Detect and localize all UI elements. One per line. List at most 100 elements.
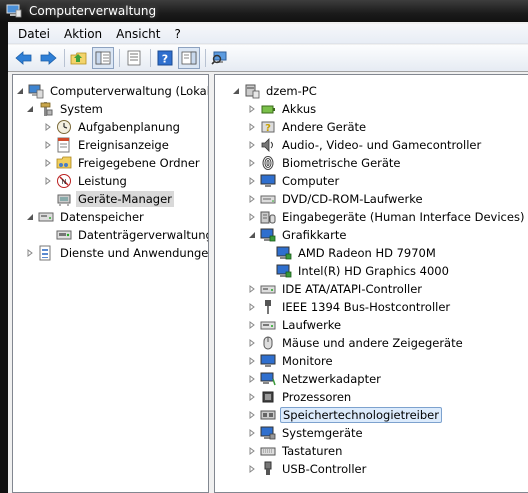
tree-item-dienste-und-anwendungen[interactable]: Dienste und Anwendungen [25, 244, 208, 262]
optical-drive-icon [260, 191, 276, 207]
tree-item-geraete-manager[interactable]: Geräte-Manager [43, 190, 174, 208]
help-icon[interactable]: ? [154, 47, 176, 69]
device-category-audio[interactable]: Audio-, Video- und Gamecontroller [247, 136, 483, 154]
tree-item-datenspeicher[interactable]: Datenspeicher [25, 208, 146, 226]
tree-label: Ereignisanzeige [78, 138, 169, 152]
collapsed-arrow-icon[interactable] [43, 159, 52, 168]
battery-icon [260, 101, 276, 117]
collapsed-arrow-icon[interactable] [247, 213, 256, 222]
expanded-arrow-icon[interactable] [231, 87, 240, 96]
device-category-akkus[interactable]: Akkus [247, 100, 318, 118]
collapsed-arrow-icon[interactable] [247, 429, 256, 438]
title-bar[interactable]: Computerverwaltung [0, 0, 528, 22]
svg-text:?: ? [162, 53, 168, 66]
device-category-grafikkarte[interactable]: Grafikkarte [247, 226, 348, 244]
unknown-device-icon: ? [260, 119, 276, 135]
device-category-speichertechnologietreiber[interactable]: Speichertechnologietreiber [247, 406, 442, 424]
device-category-eingabegeraete[interactable]: Eingabegeräte (Human Interface Devices) [247, 208, 526, 226]
navigation-tree-pane[interactable]: Computerverwaltung (Lokal) System Aufgab… [12, 74, 209, 493]
expanded-arrow-icon[interactable] [15, 87, 24, 96]
services-icon [38, 245, 54, 261]
device-category-dvd[interactable]: DVD/CD-ROM-Laufwerke [247, 190, 425, 208]
fingerprint-icon [260, 155, 276, 171]
device-category-biometrische-geraete[interactable]: Biometrische Geräte [247, 154, 403, 172]
tree-label: Intel(R) HD Graphics 4000 [298, 264, 449, 278]
collapsed-arrow-icon[interactable] [247, 303, 256, 312]
device-intel-hd-graphics[interactable]: Intel(R) HD Graphics 4000 [263, 262, 451, 280]
menu-help[interactable]: ? [167, 24, 187, 44]
show-hide-action-pane-icon[interactable] [178, 47, 200, 69]
menu-datei[interactable]: Datei [8, 24, 57, 44]
tree-label: Netzwerkadapter [282, 372, 381, 386]
device-root[interactable]: dzem-PC [231, 82, 319, 100]
keyboard-icon [260, 443, 276, 459]
device-category-ieee1394[interactable]: IEEE 1394 Bus-Hostcontroller [247, 298, 452, 316]
device-category-ide[interactable]: IDE ATA/ATAPI-Controller [247, 280, 424, 298]
properties-icon[interactable] [123, 47, 145, 69]
event-viewer-icon [56, 137, 72, 153]
collapsed-arrow-icon[interactable] [247, 123, 256, 132]
scan-hardware-icon[interactable] [209, 47, 231, 69]
tree-label: Computer [282, 174, 340, 188]
device-category-usb[interactable]: USB-Controller [247, 460, 368, 478]
up-folder-icon[interactable] [68, 47, 90, 69]
collapsed-arrow-icon[interactable] [247, 411, 256, 420]
tree-label: Speichertechnologietreiber [280, 407, 442, 423]
tree-label: Audio-, Video- und Gamecontroller [282, 138, 482, 152]
svg-text:N: N [61, 178, 66, 186]
device-category-monitore[interactable]: Monitore [247, 352, 335, 370]
expanded-arrow-icon[interactable] [25, 105, 34, 114]
processor-icon [260, 389, 276, 405]
collapsed-arrow-icon[interactable] [247, 105, 256, 114]
forward-icon[interactable] [37, 47, 59, 69]
collapsed-arrow-icon[interactable] [247, 339, 256, 348]
window-frame: Datei Aktion Ansicht ? ? Computerverwalt… [0, 22, 528, 493]
usb-icon [260, 461, 276, 477]
tree-item-ereignisanzeige[interactable]: Ereignisanzeige [43, 136, 171, 154]
storage-icon [38, 209, 54, 225]
menu-aktion[interactable]: Aktion [57, 24, 109, 44]
system-tools-icon [38, 101, 54, 117]
display-adapter-icon [260, 227, 276, 243]
collapsed-arrow-icon[interactable] [247, 375, 256, 384]
collapsed-arrow-icon[interactable] [247, 285, 256, 294]
tree-item-datentraegerverwaltung[interactable]: Datenträgerverwaltung [43, 226, 208, 244]
device-category-systemgeraete[interactable]: Systemgeräte [247, 424, 365, 442]
collapsed-arrow-icon[interactable] [247, 393, 256, 402]
menu-ansicht[interactable]: Ansicht [109, 24, 167, 44]
tree-label: DVD/CD-ROM-Laufwerke [282, 192, 423, 206]
collapsed-arrow-icon[interactable] [247, 177, 256, 186]
device-category-laufwerke[interactable]: Laufwerke [247, 316, 343, 334]
device-category-netzwerkadapter[interactable]: Netzwerkadapter [247, 370, 383, 388]
collapsed-arrow-icon[interactable] [25, 249, 34, 258]
collapsed-arrow-icon[interactable] [43, 123, 52, 132]
collapsed-arrow-icon[interactable] [247, 141, 256, 150]
show-hide-tree-icon[interactable] [92, 47, 114, 69]
device-amd-radeon[interactable]: AMD Radeon HD 7970M [263, 244, 438, 262]
collapsed-arrow-icon[interactable] [247, 195, 256, 204]
collapsed-arrow-icon[interactable] [247, 447, 256, 456]
tree-item-freigegebene-ordner[interactable]: Freigegebene Ordner [43, 154, 202, 172]
expanded-arrow-icon[interactable] [25, 213, 34, 222]
collapsed-arrow-icon[interactable] [43, 141, 52, 150]
device-category-maeuse[interactable]: Mäuse und andere Zeigegeräte [247, 334, 465, 352]
tree-label: Monitore [282, 354, 333, 368]
tree-item-system[interactable]: System [25, 100, 105, 118]
device-category-andere-geraete[interactable]: ? Andere Geräte [247, 118, 368, 136]
tree-item-aufgabenplanung[interactable]: Aufgabenplanung [43, 118, 182, 136]
collapsed-arrow-icon[interactable] [247, 465, 256, 474]
network-adapter-icon [260, 371, 276, 387]
collapsed-arrow-icon[interactable] [247, 321, 256, 330]
collapsed-arrow-icon[interactable] [247, 159, 256, 168]
expanded-arrow-icon[interactable] [247, 231, 256, 240]
tree-item-computerverwaltung[interactable]: Computerverwaltung (Lokal) [15, 82, 208, 100]
back-icon[interactable] [13, 47, 35, 69]
device-category-tastaturen[interactable]: Tastaturen [247, 442, 344, 460]
device-tree-pane[interactable]: dzem-PC Akkus ? Andere Geräte Audio-, Vi… [214, 74, 528, 493]
collapsed-arrow-icon[interactable] [43, 177, 52, 186]
collapsed-arrow-icon[interactable] [247, 357, 256, 366]
tree-label: dzem-PC [266, 84, 317, 98]
tree-item-leistung[interactable]: N Leistung [43, 172, 129, 190]
device-category-prozessoren[interactable]: Prozessoren [247, 388, 353, 406]
device-category-computer[interactable]: Computer [247, 172, 341, 190]
